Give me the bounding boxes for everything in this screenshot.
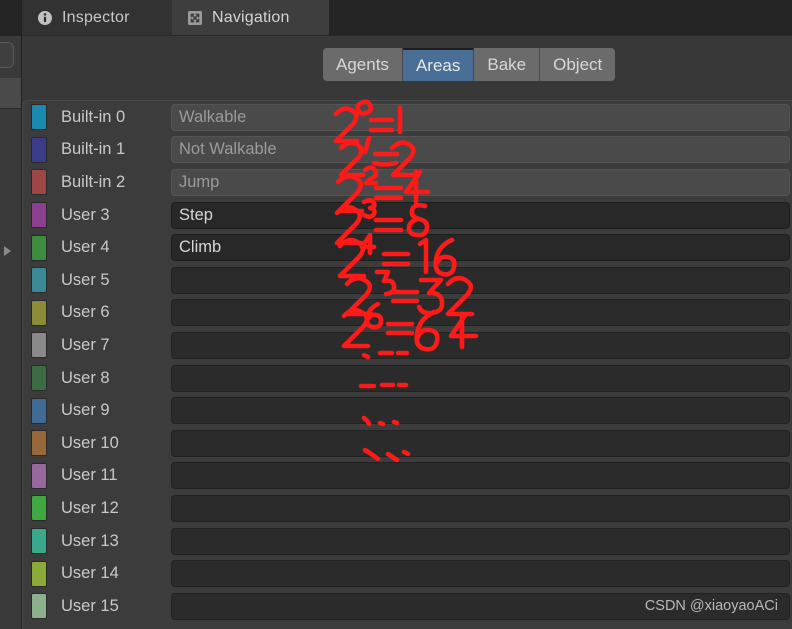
area-index-label: User 15 <box>61 596 119 615</box>
area-color-swatch[interactable] <box>31 332 47 359</box>
left-dock-strip <box>0 0 22 629</box>
area-color-swatch[interactable] <box>31 397 47 424</box>
area-index-label: Built-in 0 <box>61 107 126 126</box>
move-arrows-icon <box>187 10 203 26</box>
area-index-label: User 11 <box>61 466 118 485</box>
area-color-swatch[interactable] <box>31 136 47 163</box>
area-color-swatch[interactable] <box>31 560 47 587</box>
area-color-swatch[interactable] <box>31 202 47 229</box>
area-index-label: User 13 <box>61 531 119 550</box>
area-color-swatch[interactable] <box>31 169 47 196</box>
area-index-label: Built-in 2 <box>61 172 126 191</box>
tab-navigation-label: Navigation <box>212 9 290 26</box>
left-dock-tabbar <box>0 0 22 36</box>
tab-inspector[interactable]: Inspector <box>22 0 172 36</box>
area-name-input[interactable] <box>171 266 790 294</box>
area-name-input: Not Walkable <box>171 136 790 164</box>
unity-navigation-window: Inspector Navigation Agents Areas Bake Obje… <box>0 0 792 629</box>
area-color-swatch[interactable] <box>31 104 47 131</box>
area-index-label: User 9 <box>61 401 110 420</box>
area-color-swatch[interactable] <box>31 267 47 294</box>
area-name-input[interactable] <box>171 397 790 425</box>
area-row: Built-in 0 Walkable <box>23 101 792 134</box>
area-row: User 10 <box>23 427 792 460</box>
area-name-input[interactable] <box>171 527 790 555</box>
tab-bar-underline <box>22 35 792 36</box>
area-name-input[interactable] <box>171 299 790 327</box>
area-index-label: User 4 <box>61 238 110 257</box>
area-row: User 13 <box>23 525 792 558</box>
area-name-input[interactable] <box>171 331 790 359</box>
navigation-mode-toolbar: Agents Areas Bake Object <box>323 48 616 81</box>
area-color-swatch[interactable] <box>31 430 47 457</box>
left-dock-selected-row[interactable] <box>0 78 22 108</box>
area-index-label: User 12 <box>61 498 119 517</box>
watermark: CSDN @xiaoyaoACi <box>644 598 778 614</box>
area-color-swatch[interactable] <box>31 365 47 392</box>
area-color-swatch[interactable] <box>31 528 47 555</box>
area-row: User 7 <box>23 329 792 362</box>
area-index-label: User 3 <box>61 205 110 224</box>
area-row: User 8 <box>23 362 792 395</box>
area-color-swatch[interactable] <box>31 495 47 522</box>
area-row: User 11 <box>23 460 792 493</box>
tab-bar: Inspector Navigation <box>22 0 792 36</box>
area-row: Built-in 2 Jump <box>23 166 792 199</box>
toolbar-button-agents[interactable]: Agents <box>323 48 403 81</box>
area-index-label: User 10 <box>61 433 119 452</box>
area-index-label: User 14 <box>61 564 119 583</box>
area-name-input: Walkable <box>171 103 790 131</box>
area-index-label: User 5 <box>61 270 110 289</box>
area-row: User 12 <box>23 492 792 525</box>
area-color-swatch[interactable] <box>31 593 47 620</box>
left-dock-divider <box>0 108 22 109</box>
area-row: User 9 <box>23 394 792 427</box>
area-row: Built-in 1 Not Walkable <box>23 134 792 167</box>
area-name-input[interactable]: Climb <box>171 234 790 262</box>
area-index-label: User 7 <box>61 335 110 354</box>
expand-arrow-icon[interactable] <box>4 246 11 256</box>
area-name-input[interactable] <box>171 462 790 490</box>
area-index-label: User 8 <box>61 368 110 387</box>
left-dock-chip[interactable] <box>0 42 14 68</box>
areas-list-panel: Built-in 0 Walkable Built-in 1 Not Walkable… <box>22 100 792 629</box>
area-color-swatch[interactable] <box>31 234 47 261</box>
area-name-input: Jump <box>171 168 790 196</box>
area-row: User 14 <box>23 557 792 590</box>
info-icon <box>37 10 53 26</box>
tab-inspector-label: Inspector <box>62 9 130 26</box>
area-name-input[interactable] <box>171 560 790 588</box>
toolbar-button-areas[interactable]: Areas <box>402 48 475 81</box>
area-row: User 5 <box>23 264 792 297</box>
area-name-input[interactable] <box>171 429 790 457</box>
area-name-input[interactable] <box>171 364 790 392</box>
area-name-input[interactable]: Step <box>171 201 790 229</box>
area-index-label: User 6 <box>61 303 110 322</box>
area-index-label: Built-in 1 <box>61 140 126 159</box>
area-name-input[interactable] <box>171 494 790 522</box>
area-row: User 6 <box>23 297 792 330</box>
toolbar-button-object[interactable]: Object <box>540 48 616 81</box>
tab-navigation[interactable]: Navigation <box>172 0 329 36</box>
toolbar-button-bake[interactable]: Bake <box>474 48 541 81</box>
area-color-swatch[interactable] <box>31 462 47 489</box>
area-color-swatch[interactable] <box>31 299 47 326</box>
area-row: User 3 Step <box>23 199 792 232</box>
area-row: User 4 Climb <box>23 231 792 264</box>
